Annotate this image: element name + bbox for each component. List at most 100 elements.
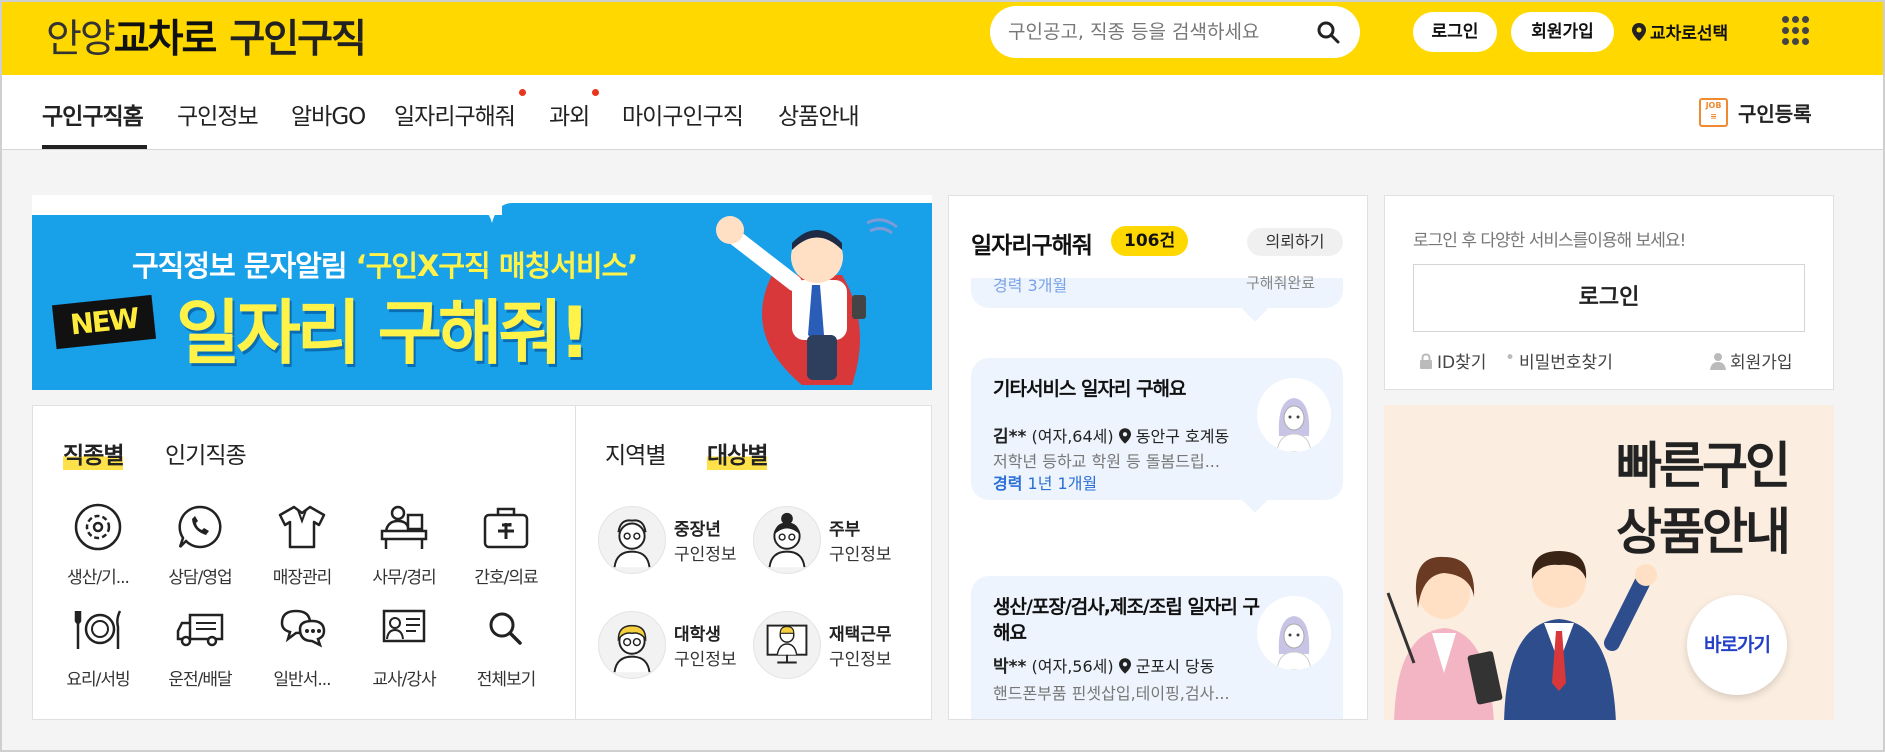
panel-join-label: 회원가입 xyxy=(1730,353,1793,373)
category-cooking-serving[interactable]: 요리/서빙 xyxy=(53,603,143,690)
category-label: 매장관리 xyxy=(272,568,333,588)
person-info: (여자,64세) xyxy=(1031,427,1114,446)
job-request-count-badge: 106건 xyxy=(1111,226,1189,256)
nav-products[interactable]: 상품안내 xyxy=(778,97,860,131)
truck-icon xyxy=(176,613,224,647)
job-request-card[interactable]: 생산/포장/검사,제조/조립 일자리 구해요 박** (여자,56세) 군포시 … xyxy=(971,576,1343,719)
new-badge: NEW xyxy=(51,294,157,350)
login-panel: 로그인 후 다양한 서비스를이용해 보세요! 로그인 ID찾기 • 비밀번호찾기… xyxy=(1384,195,1834,390)
card-tail xyxy=(1242,487,1268,513)
person-name: 박** xyxy=(993,657,1027,677)
login-button[interactable]: 로그인 xyxy=(1413,12,1497,52)
nav-albago[interactable]: 알바GO xyxy=(291,97,366,131)
register-job-button[interactable]: JOB ≡ 구인등록 xyxy=(1699,98,1812,127)
find-id-link[interactable]: ID찾기 xyxy=(1419,348,1486,373)
category-production[interactable]: 생산/기... xyxy=(53,501,143,588)
nav-my-page[interactable]: 마이구인구직 xyxy=(622,97,744,131)
tab-popular-jobs[interactable]: 인기직종 xyxy=(165,436,247,470)
region-select[interactable]: 교차로선택 xyxy=(1632,19,1728,44)
card-tail xyxy=(1242,296,1268,322)
panel-divider xyxy=(575,406,576,719)
phone-bubble-icon xyxy=(178,505,222,549)
target-name: 재택근무 xyxy=(829,625,892,645)
person-location: 군포시 당동 xyxy=(1135,657,1215,676)
teacher-board-icon xyxy=(382,609,426,643)
exp-value: 1년 1개월 xyxy=(1027,474,1098,493)
user-icon xyxy=(1710,352,1726,370)
location-pin-icon xyxy=(1632,22,1646,41)
target-homemaker[interactable]: 주부 구인정보 xyxy=(753,506,892,574)
card-status: 구해줘완료 xyxy=(1246,274,1316,292)
exp-value: 3개월 xyxy=(1027,276,1068,295)
job-request-title: 일자리구해줘 xyxy=(971,233,1093,259)
new-dot-badge xyxy=(519,89,526,96)
panel-login-button[interactable]: 로그인 xyxy=(1413,264,1805,332)
card-title: 생산/포장/검사,제조/조립 일자리 구해요 xyxy=(993,596,1260,644)
site-logo[interactable]: 안양교차로 구인구직 xyxy=(46,8,367,64)
office-desk-icon xyxy=(380,505,428,549)
job-request-card-partial[interactable]: 경력 3개월 구해줘완료 xyxy=(971,274,1343,322)
target-sub: 구인정보 xyxy=(674,545,737,565)
woman-avatar-icon xyxy=(1257,378,1331,452)
category-teacher[interactable]: 교사/강사 xyxy=(359,603,449,690)
logo-text-section: 구인구직 xyxy=(229,17,367,62)
category-store-management[interactable]: 매장관리 xyxy=(257,501,347,588)
tab-by-job-type[interactable]: 직종별 xyxy=(63,436,124,470)
category-label: 요리/서빙 xyxy=(66,670,130,690)
search-icon[interactable] xyxy=(1316,20,1340,44)
category-label: 운전/배달 xyxy=(168,670,232,690)
search-input[interactable] xyxy=(1008,18,1308,46)
person-name: 김** xyxy=(993,427,1027,447)
category-consulting-sales[interactable]: 상담/영업 xyxy=(155,501,245,588)
job-request-card[interactable]: 기타서비스 일자리 구해요 김** (여자,64세) 동안구 호계동 저학년 등… xyxy=(971,358,1343,513)
category-panel: 직종별 인기직종 생산/기... 상담/영업 매장관리 사무/경리 간호/의료 … xyxy=(32,405,932,720)
search-box xyxy=(990,6,1360,58)
nav-tutoring[interactable]: 과외 xyxy=(549,97,590,131)
nav-job-request[interactable]: 일자리구해줘 xyxy=(394,97,516,131)
target-name: 대학생 xyxy=(674,625,721,645)
nav-home[interactable]: 구인구직홈 xyxy=(42,97,144,131)
target-sub: 구인정보 xyxy=(829,650,892,670)
new-dot-badge xyxy=(592,89,599,96)
logo-text-city: 안양 xyxy=(46,17,116,62)
banner-title: 일자리 구해줘! xyxy=(176,292,591,374)
student-avatar-icon xyxy=(598,611,666,679)
target-name: 주부 xyxy=(829,520,861,540)
person-location: 동안구 호계동 xyxy=(1135,427,1230,446)
category-driving-delivery[interactable]: 운전/배달 xyxy=(155,603,245,690)
card-description: 핸드폰부품 핀셋삽입,테이핑,검사... xyxy=(993,684,1230,703)
go-button[interactable]: 바로가기 xyxy=(1687,595,1787,695)
target-sub: 구인정보 xyxy=(674,650,737,670)
target-middle-aged[interactable]: 중장년 구인정보 xyxy=(598,506,737,574)
category-label: 간호/의료 xyxy=(474,568,538,588)
business-people-illustration xyxy=(1386,551,1657,720)
promo-banner[interactable]: 구직정보 문자알림 ‘구인X구직 매칭서비스’ NEW 일자리 구해줘! xyxy=(32,195,932,390)
card-title: 기타서비스 일자리 구해요 xyxy=(993,378,1187,400)
person-info: (여자,56세) xyxy=(1031,657,1114,676)
category-view-all[interactable]: 전체보기 xyxy=(461,603,551,690)
product-guide-ad[interactable]: 빠른구인 상품안내 바로가기 xyxy=(1384,405,1834,720)
job-request-panel: 일자리구해줘 106건 의뢰하기 경력 3개월 구해줘완료 기타서비스 일자리 … xyxy=(948,195,1368,720)
find-password-label: 비밀번호찾기 xyxy=(1519,353,1613,373)
nav-job-info[interactable]: 구인정보 xyxy=(177,97,259,131)
location-pin-icon xyxy=(1118,428,1131,444)
join-button[interactable]: 회원가입 xyxy=(1511,12,1614,52)
find-password-link[interactable]: 비밀번호찾기 xyxy=(1519,348,1613,373)
category-nursing-medical[interactable]: 간호/의료 xyxy=(461,501,551,588)
request-button[interactable]: 의뢰하기 xyxy=(1247,228,1343,256)
tab-by-target[interactable]: 대상별 xyxy=(707,436,768,470)
category-office[interactable]: 사무/경리 xyxy=(359,501,449,588)
panel-join-link[interactable]: 회원가입 xyxy=(1710,348,1793,373)
target-remote-work[interactable]: 재택근무구인정보 xyxy=(753,611,892,679)
category-label: 전체보기 xyxy=(476,670,537,690)
superhero-businessman-illustration xyxy=(716,216,898,385)
target-college-student[interactable]: 대학생구인정보 xyxy=(598,611,737,679)
tab-by-region[interactable]: 지역별 xyxy=(605,436,666,470)
register-job-label: 구인등록 xyxy=(1738,102,1812,126)
location-pin-icon xyxy=(1118,658,1131,674)
category-general-service[interactable]: 일반서... xyxy=(257,603,347,690)
main-nav: 구인구직홈 구인정보 알바GO 일자리구해줘 과외 마이구인구직 상품안내 JO… xyxy=(0,75,1885,150)
gear-icon xyxy=(74,503,122,551)
all-menu-grid-icon[interactable] xyxy=(1782,16,1810,46)
ad-title-line1: 빠른구인 xyxy=(1616,437,1791,495)
